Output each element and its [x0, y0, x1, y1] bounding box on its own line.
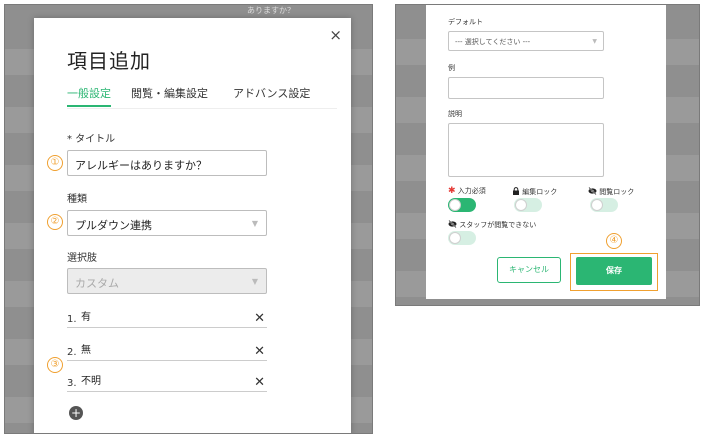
default-field-label: デフォルト: [448, 18, 483, 26]
remove-option-icon[interactable]: ✕: [254, 311, 265, 326]
chevron-down-icon: ▼: [251, 219, 258, 228]
callout-3: ③: [47, 357, 63, 373]
option-text-input[interactable]: 無: [81, 341, 91, 356]
description-field-label: 説明: [448, 110, 462, 118]
chevron-down-icon: ▼: [251, 277, 258, 286]
option-number: 1.: [67, 314, 77, 325]
remove-option-icon[interactable]: ✕: [254, 375, 265, 390]
callout-1: ①: [47, 155, 63, 171]
callout-4: ④: [606, 233, 622, 249]
modal-title: 項目追加: [67, 49, 151, 73]
option-text-input[interactable]: 不明: [81, 372, 101, 387]
edit-lock-label-text: 編集ロック: [522, 188, 558, 196]
type-select[interactable]: プルダウン連携 ▼: [67, 210, 267, 236]
type-field-label: 種類: [67, 194, 87, 205]
choices-select: カスタム ▼: [67, 268, 267, 294]
title-field-label: * タイトル: [67, 134, 116, 145]
edit-lock-toggle-label: 編集ロック: [512, 187, 557, 197]
option-row: 2. 無 ✕: [67, 341, 267, 361]
tab-view-edit[interactable]: 閲覧・編集設定: [131, 85, 208, 101]
default-select-value: --- 選択してください ---: [455, 38, 531, 46]
toggle-knob: [449, 232, 461, 244]
tab-general[interactable]: 一般設定: [67, 85, 111, 107]
right-screenshot: デフォルト --- 選択してください --- ▼ 例 説明 ✱ 入力必須 編集ロ…: [395, 4, 700, 306]
option-number: 3.: [67, 378, 77, 389]
add-option-icon[interactable]: +: [69, 406, 83, 420]
toggle-knob: [591, 199, 603, 211]
example-field-label: 例: [448, 64, 455, 72]
view-lock-toggle[interactable]: [590, 198, 618, 212]
cancel-button[interactable]: キャンセル: [497, 257, 561, 283]
title-input[interactable]: アレルギーはありますか？: [67, 150, 267, 176]
required-label-text: 入力必須: [457, 187, 486, 195]
chevron-down-icon: ▼: [592, 38, 597, 45]
option-row: 3. 不明 ✕: [67, 372, 267, 392]
item-settings-modal: デフォルト --- 選択してください --- ▼ 例 説明 ✱ 入力必須 編集ロ…: [426, 5, 666, 299]
default-select[interactable]: --- 選択してください --- ▼: [448, 31, 604, 51]
staff-hidden-toggle-label: スタッフが閲覧できない: [448, 220, 536, 230]
option-text-input[interactable]: 有: [81, 308, 91, 323]
option-row: 1. 有 ✕: [67, 308, 267, 328]
eye-slash-icon: [448, 220, 457, 228]
choices-select-value: カスタム: [75, 277, 119, 290]
tab-advanced[interactable]: アドバンス設定: [233, 85, 310, 101]
remove-option-icon[interactable]: ✕: [254, 344, 265, 359]
type-select-value: プルダウン連携: [75, 219, 152, 232]
save-button[interactable]: 保存: [576, 257, 652, 285]
close-icon[interactable]: ×: [329, 26, 342, 44]
view-lock-toggle-label: 閲覧ロック: [588, 187, 634, 197]
required-toggle[interactable]: [448, 198, 476, 212]
choices-field-label: 選択肢: [67, 253, 97, 264]
callout-2: ②: [47, 214, 63, 230]
add-item-modal: × 項目追加 一般設定 閲覧・編集設定 アドバンス設定 * タイトル アレルギー…: [34, 18, 351, 433]
edit-lock-toggle[interactable]: [514, 198, 542, 212]
lock-icon: [513, 187, 519, 195]
view-lock-label-text: 閲覧ロック: [599, 188, 635, 196]
toggle-knob: [515, 199, 527, 211]
toggle-knob: [449, 199, 461, 211]
required-asterisk-icon: ✱: [448, 186, 456, 196]
required-toggle-label: ✱ 入力必須: [448, 186, 486, 196]
left-screenshot: ありますか？ × 項目追加 一般設定 閲覧・編集設定 アドバンス設定 * タイト…: [4, 4, 373, 434]
eye-slash-icon: [588, 187, 597, 195]
description-textarea[interactable]: [448, 123, 604, 177]
staff-hidden-toggle[interactable]: [448, 231, 476, 245]
background-text: ありますか？: [247, 6, 295, 15]
staff-hidden-label-text: スタッフが閲覧できない: [459, 221, 537, 229]
option-number: 2.: [67, 347, 77, 358]
tab-bar: 一般設定 閲覧・編集設定 アドバンス設定: [67, 85, 337, 109]
example-input[interactable]: [448, 77, 604, 99]
